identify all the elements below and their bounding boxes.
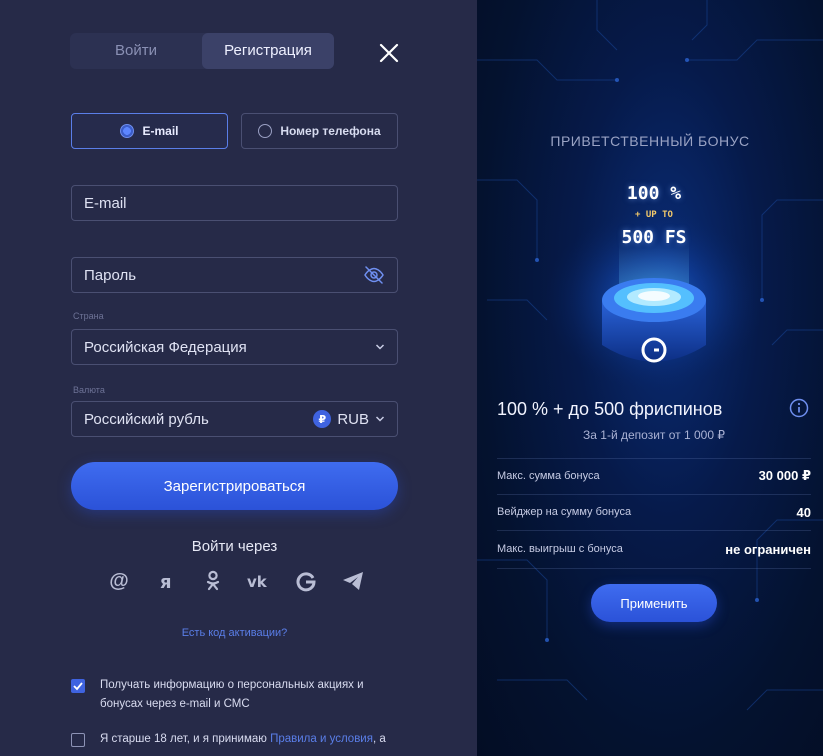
row-value: 30 000 ₽ (758, 468, 811, 483)
password-field[interactable]: Пароль (71, 257, 398, 293)
currency-code: RUB (337, 410, 369, 428)
currency-indicator: ₽ RUB (313, 410, 385, 428)
bonus-row: Вейджер на сумму бонуса 40 (497, 497, 811, 527)
promo-up-to: + UP TO (635, 210, 673, 220)
age-consent-before: Я старше 18 лет, и я принимаю (100, 733, 271, 745)
svg-text:vk: vk (247, 573, 268, 589)
method-phone-label: Номер телефона (280, 124, 381, 138)
mail-icon[interactable]: @ (106, 568, 132, 594)
info-icon[interactable] (789, 398, 809, 418)
divider (497, 568, 811, 569)
marketing-checkbox[interactable] (71, 679, 85, 693)
chevron-down-icon (375, 343, 385, 351)
bonus-panel: ПРИВЕТСТВЕННЫЙ БОНУС 100 % + UP TO 500 F… (477, 0, 823, 756)
svg-text:я: я (160, 572, 172, 591)
google-icon[interactable] (293, 568, 319, 594)
ruble-icon: ₽ (313, 410, 332, 428)
row-value: 40 (796, 504, 811, 520)
odnoklassniki-icon[interactable] (200, 568, 226, 594)
circuit-background (477, 0, 823, 711)
row-value: не ограничен (725, 541, 811, 557)
age-consent-text: Я старше 18 лет, и я принимаю Правила и … (100, 730, 390, 749)
register-button[interactable]: Зарегистрироваться (71, 462, 398, 510)
divider (497, 494, 811, 495)
marketing-consent-text: Получать информацию о персональных акция… (100, 679, 364, 710)
login-via-label: Войти через (191, 538, 278, 555)
bonus-row: Макс. сумма бонуса 30 000 ₽ (497, 461, 811, 491)
divider (497, 458, 811, 459)
terms-link[interactable]: Правила и условия (270, 733, 373, 745)
row-label: Вейджер на сумму бонуса (497, 506, 632, 518)
chevron-down-icon (375, 416, 385, 422)
yandex-icon[interactable]: я (153, 568, 179, 594)
tab-login[interactable]: Войти (70, 33, 202, 69)
country-label: Страна (73, 311, 104, 321)
bonus-drum-illustration (602, 278, 706, 363)
age-consent-after: , а (372, 733, 386, 745)
close-icon[interactable] (376, 40, 402, 66)
email-field[interactable]: E-mail (71, 185, 398, 221)
email-placeholder: E-mail (84, 194, 127, 212)
telegram-icon[interactable] (340, 568, 366, 594)
age-checkbox[interactable] (71, 733, 85, 747)
method-email-label: E-mail (142, 124, 179, 138)
currency-label: Валюта (73, 385, 105, 395)
auth-tabs: Войти Регистрация (70, 33, 334, 69)
activation-code-link[interactable]: Есть код активации? (71, 627, 398, 639)
divider (497, 530, 811, 531)
radio-unselected-icon (258, 124, 273, 138)
country-value: Российская Федерация (84, 338, 247, 356)
country-select[interactable]: Российская Федерация (71, 329, 398, 365)
password-placeholder: Пароль (84, 266, 137, 284)
currency-value: Российский рубль (84, 410, 209, 428)
currency-select[interactable]: Российский рубль ₽ RUB (71, 401, 398, 437)
eye-hidden-icon[interactable] (363, 266, 385, 284)
row-label: Макс. сумма бонуса (497, 470, 600, 482)
tab-register[interactable]: Регистрация (202, 33, 334, 69)
bonus-row: Макс. выигрыш с бонуса не ограничен (497, 534, 811, 564)
vk-icon[interactable]: vk (246, 568, 272, 594)
bonus-title: 100 % + до 500 фриспинов (497, 399, 723, 419)
bonus-subtitle: За 1-й депозит от 1 000 ₽ (583, 428, 725, 442)
registration-panel: Войти Регистрация E-mail Номер телефона … (0, 0, 477, 756)
method-phone-option[interactable]: Номер телефона (241, 113, 398, 149)
row-label: Макс. выигрыш с бонуса (497, 543, 623, 555)
method-email-option[interactable]: E-mail (71, 113, 228, 149)
apply-bonus-button[interactable]: Применить (591, 584, 717, 622)
social-login-list: @ я vk (106, 568, 366, 594)
bonus-heading: ПРИВЕТСТВЕННЫЙ БОНУС (550, 133, 750, 149)
radio-selected-icon (120, 124, 135, 138)
promo-freespins: 500 FS (621, 227, 687, 248)
promo-percent: 100 % (626, 183, 682, 204)
